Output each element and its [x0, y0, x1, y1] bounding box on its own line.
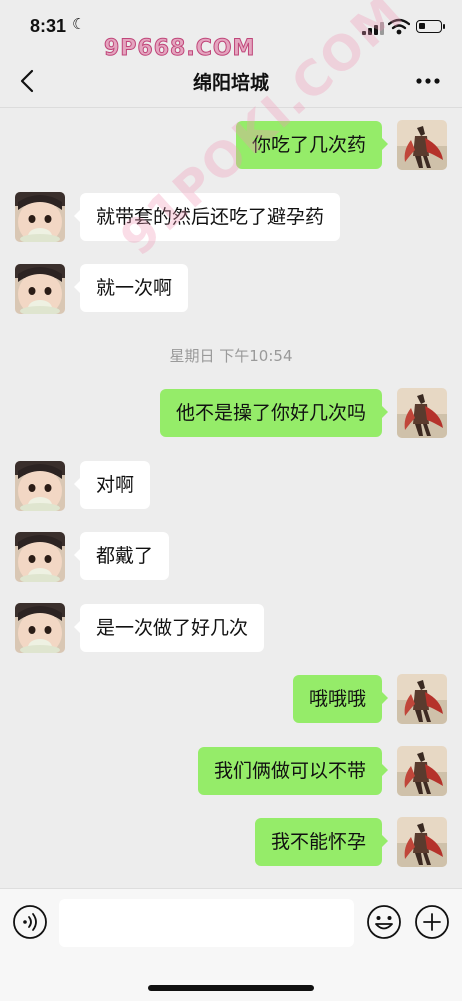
home-indicator [148, 985, 314, 991]
contact-avatar[interactable] [15, 264, 65, 314]
emoji-icon[interactable] [366, 904, 402, 940]
plus-icon[interactable] [414, 904, 450, 940]
moon-icon: ☾ [72, 15, 86, 33]
contact-avatar[interactable] [15, 532, 65, 582]
sent-message-bubble[interactable]: 他不是操了你好几次吗 [159, 389, 389, 437]
nav-divider [0, 107, 462, 108]
contact-avatar[interactable] [15, 192, 65, 242]
voice-icon[interactable] [12, 904, 48, 940]
chat-timestamp: 星期日 下午10:54 [169, 347, 293, 365]
received-message-bubble[interactable]: 是一次做了好几次 [73, 604, 265, 652]
received-message-bubble[interactable]: 对啊 [73, 461, 151, 509]
my-avatar[interactable] [397, 388, 447, 438]
input-bar [0, 888, 462, 1001]
ellipsis-icon[interactable] [410, 66, 446, 96]
sent-message-bubble[interactable]: 哦哦哦 [292, 675, 389, 723]
message-input[interactable] [59, 899, 354, 947]
sent-message-bubble[interactable]: 我们俩做可以不带 [197, 747, 389, 795]
received-message-bubble[interactable]: 就一次啊 [73, 264, 189, 312]
battery-icon [416, 20, 445, 33]
contact-avatar[interactable] [15, 603, 65, 653]
sent-message-bubble[interactable]: 我不能怀孕 [254, 818, 389, 866]
battery-fill [419, 23, 425, 29]
my-avatar[interactable] [397, 674, 447, 724]
status-time: 8:31 [30, 16, 67, 36]
my-avatar[interactable] [397, 746, 447, 796]
my-avatar[interactable] [397, 120, 447, 170]
contact-avatar[interactable] [15, 461, 65, 511]
chat-title: 绵阳培城 [192, 72, 269, 94]
nav-bar: 绵阳培城 [0, 56, 462, 108]
my-avatar[interactable] [397, 817, 447, 867]
received-message-bubble[interactable]: 都戴了 [73, 532, 170, 580]
